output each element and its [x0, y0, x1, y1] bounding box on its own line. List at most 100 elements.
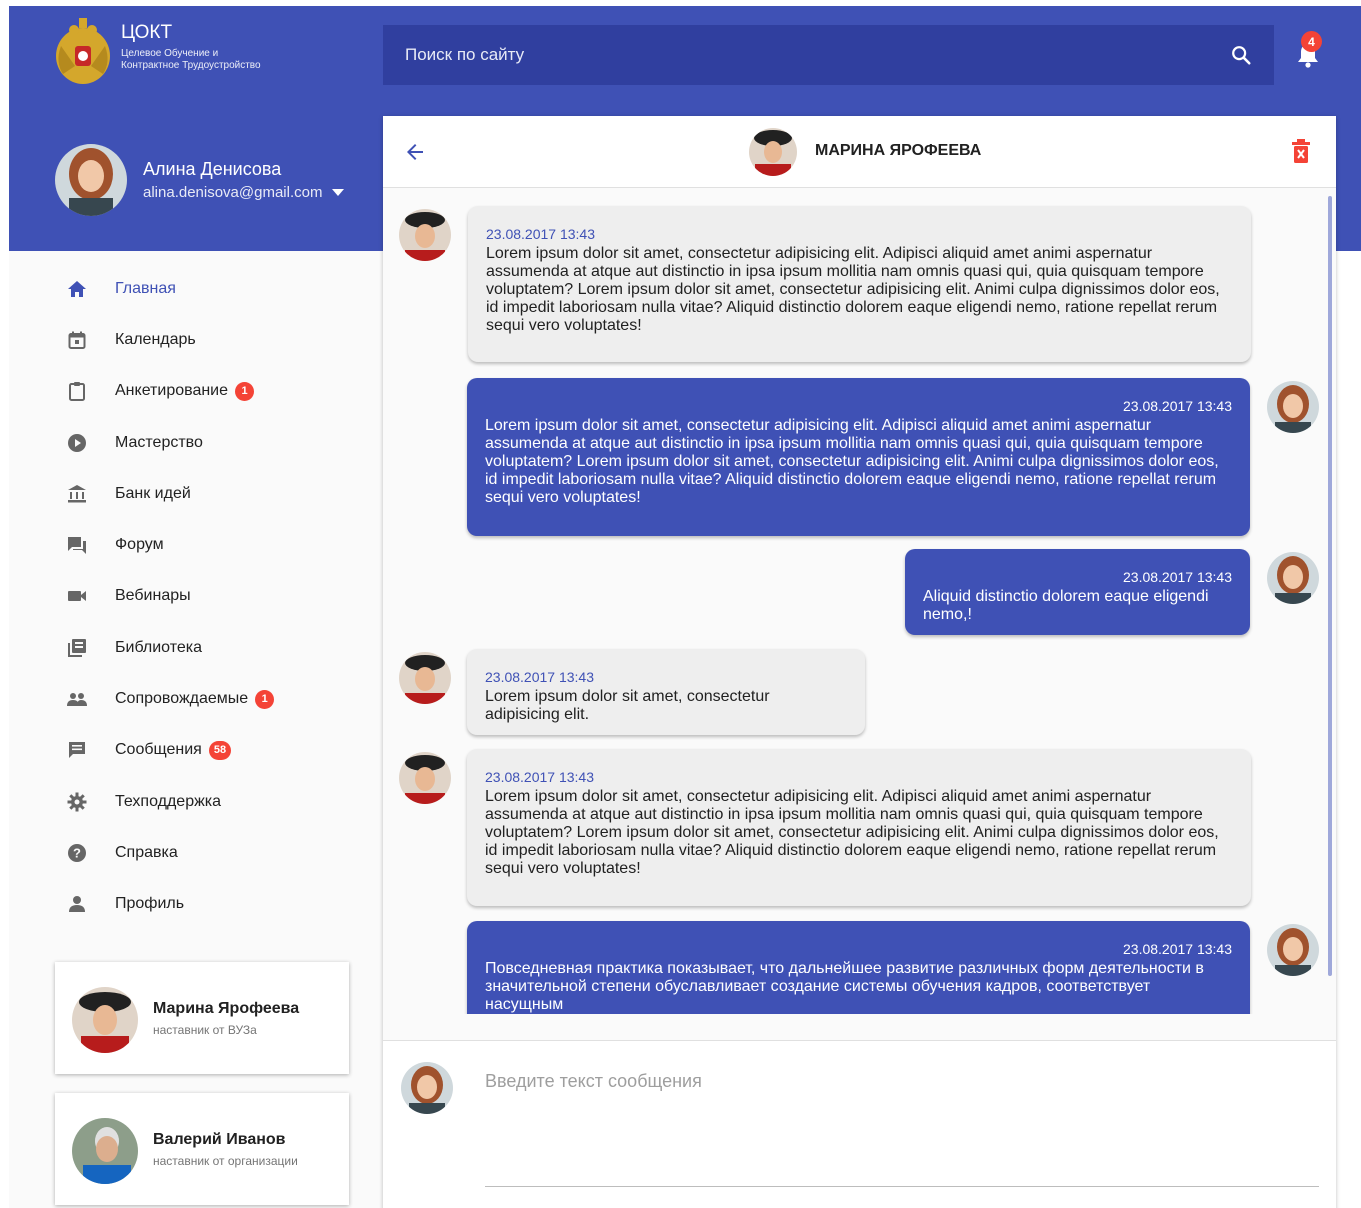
search-input[interactable] [405, 45, 1230, 65]
videocam-icon [68, 591, 86, 602]
nav-label: Сообщения [115, 741, 202, 759]
nav-label: Главная [115, 279, 176, 297]
message-composer [383, 1040, 1336, 1208]
bank-icon [68, 484, 86, 503]
nav-label: Мастерство [115, 433, 203, 451]
nav-label: Техподдержка [115, 792, 222, 810]
contact-avatar [749, 128, 797, 176]
delete-icon[interactable] [1291, 138, 1311, 164]
nav-badge: 1 [255, 689, 275, 709]
help-icon: ? [68, 843, 86, 862]
mentor-card[interactable]: Марина Ярофеева наставник от ВУЗа [55, 962, 349, 1074]
mentor-role: наставник от организации [153, 1153, 298, 1168]
nav-item-profile[interactable]: Профиль [9, 879, 383, 930]
play-circle-icon [68, 433, 86, 452]
search-bar [383, 25, 1274, 85]
message-text: Повседневная практика показывает, что да… [485, 960, 1204, 1013]
nav-item-support[interactable]: Техподдержка [9, 776, 383, 827]
nav-item-library[interactable]: Библиотека [9, 622, 383, 673]
user-message-avatar [1267, 381, 1319, 433]
logo-title: ЦОКТ [121, 22, 173, 43]
nav-item-forum[interactable]: Форум [9, 519, 383, 570]
message-timestamp: 23.08.2017 13:43 [485, 669, 594, 685]
contact-message-avatar [399, 652, 451, 704]
logo-subtitle-line-1: Целевое Обучение и [121, 48, 219, 59]
message-list-scrollbar[interactable] [1328, 196, 1332, 976]
nav-item-help[interactable]: ? Справка [9, 827, 383, 878]
message-bubble-outgoing[interactable]: 23.08.2017 13:43 Lorem ipsum dolor sit a… [467, 378, 1250, 536]
mentor-avatar [72, 987, 138, 1053]
mentor-card[interactable]: Валерий Иванов наставник от организации [55, 1093, 349, 1205]
message-bubble-outgoing[interactable]: 23.08.2017 13:43 Aliquid distinctio dolo… [905, 549, 1250, 635]
notification-badge: 4 [1301, 31, 1322, 52]
back-arrow-icon[interactable] [403, 140, 427, 164]
nav-item-home[interactable]: Главная [9, 263, 383, 314]
nav-item-supervised[interactable]: Сопровождаемые 1 [9, 673, 383, 724]
nav-item-idea-bank[interactable]: Банк идей [9, 468, 383, 519]
message-text: Aliquid distinctio dolorem eaque eligend… [923, 588, 1209, 623]
clipboard-icon [69, 382, 85, 402]
chat-panel: МАРИНА ЯРОФЕЕВА 23.08.2017 13:43 Lorem i… [383, 116, 1336, 1208]
logo[interactable]: ЦОКТ Целевое Обучение и Контрактное Труд… [53, 16, 261, 90]
logo-subtitle-line-2: Контрактное Трудоустройство [121, 60, 261, 71]
nav-item-webinars[interactable]: Вебинары [9, 571, 383, 622]
nav-label: Анкетирование [115, 382, 229, 400]
gear-icon [67, 792, 87, 812]
user-email-row[interactable]: alina.denisova@gmail.com [143, 183, 345, 203]
forum-icon [68, 537, 86, 555]
user-name: Алина Денисова [143, 158, 282, 179]
message-bubble-incoming[interactable]: 23.08.2017 13:43 Lorem ipsum dolor sit a… [467, 749, 1251, 906]
message-list[interactable]: 23.08.2017 13:43 Lorem ipsum dolor sit a… [383, 188, 1336, 1014]
nav-label: Сопровождаемые [115, 690, 249, 708]
contact-name: МАРИНА ЯРОФЕЕВА [815, 142, 982, 159]
nav-item-survey[interactable]: Анкетирование 1 [9, 366, 383, 417]
message-timestamp: 23.08.2017 13:43 [486, 226, 595, 242]
message-bubble-outgoing[interactable]: 23.08.2017 13:43 Повседневная практика п… [467, 921, 1250, 1014]
nav-label: Профиль [115, 895, 185, 913]
nav-badge: 58 [208, 740, 232, 760]
person-icon [69, 896, 85, 913]
message-text: Lorem ipsum dolor sit amet, consectetur … [485, 788, 1219, 877]
app-frame: ЦОКТ Целевое Обучение и Контрактное Труд… [9, 6, 1361, 1208]
message-text: Lorem ipsum dolor sit amet, consectetur … [485, 688, 770, 723]
nav-item-calendar[interactable]: Календарь [9, 314, 383, 365]
mentor-role: наставник от ВУЗа [153, 1022, 257, 1037]
message-timestamp: 23.08.2017 13:43 [1123, 398, 1232, 414]
user-avatar [55, 144, 127, 216]
sidebar-nav: Главная Календарь Анкетирование 1 Мастер… [9, 263, 383, 930]
message-icon [69, 742, 85, 759]
library-icon [68, 638, 86, 657]
composer-user-avatar [401, 1062, 453, 1114]
search-icon[interactable] [1230, 44, 1252, 66]
svg-text:?: ? [73, 845, 81, 860]
home-icon [68, 280, 86, 297]
message-timestamp: 23.08.2017 13:43 [1123, 941, 1232, 957]
chat-header: МАРИНА ЯРОФЕЕВА [383, 116, 1336, 188]
mentor-name: Валерий Иванов [153, 1130, 286, 1148]
logo-subtitle: Целевое Обучение и Контрактное Трудоустр… [121, 48, 261, 72]
nav-item-mastery[interactable]: Мастерство [9, 417, 383, 468]
message-bubble-incoming[interactable]: 23.08.2017 13:43 Lorem ipsum dolor sit a… [468, 206, 1251, 362]
nav-label: Вебинары [115, 587, 191, 605]
nav-label: Библиотека [115, 638, 202, 656]
people-icon [67, 693, 87, 707]
message-input[interactable] [485, 1071, 1319, 1187]
nav-label: Форум [115, 536, 164, 554]
nav-item-messages[interactable]: Сообщения 58 [9, 725, 383, 776]
coat-of-arms-icon [56, 18, 110, 84]
contact-message-avatar [399, 752, 451, 804]
user-message-avatar [1267, 924, 1319, 976]
nav-label: Календарь [115, 330, 196, 348]
message-text: Lorem ipsum dolor sit amet, consectetur … [485, 417, 1219, 506]
mentor-avatar [72, 1118, 138, 1184]
nav-badge: 1 [235, 381, 255, 401]
nav-label: Справка [115, 843, 178, 861]
user-email: alina.denisova@gmail.com [143, 183, 323, 201]
nav-label: Банк идей [115, 484, 191, 502]
dropdown-caret-icon[interactable] [332, 188, 345, 197]
contact-message-avatar [399, 209, 451, 261]
message-text: Lorem ipsum dolor sit amet, consectetur … [486, 245, 1220, 334]
user-profile[interactable]: Алина Денисова alina.denisova@gmail.com [55, 140, 345, 220]
message-timestamp: 23.08.2017 13:43 [1123, 569, 1232, 585]
message-bubble-incoming[interactable]: 23.08.2017 13:43 Lorem ipsum dolor sit a… [467, 649, 865, 735]
